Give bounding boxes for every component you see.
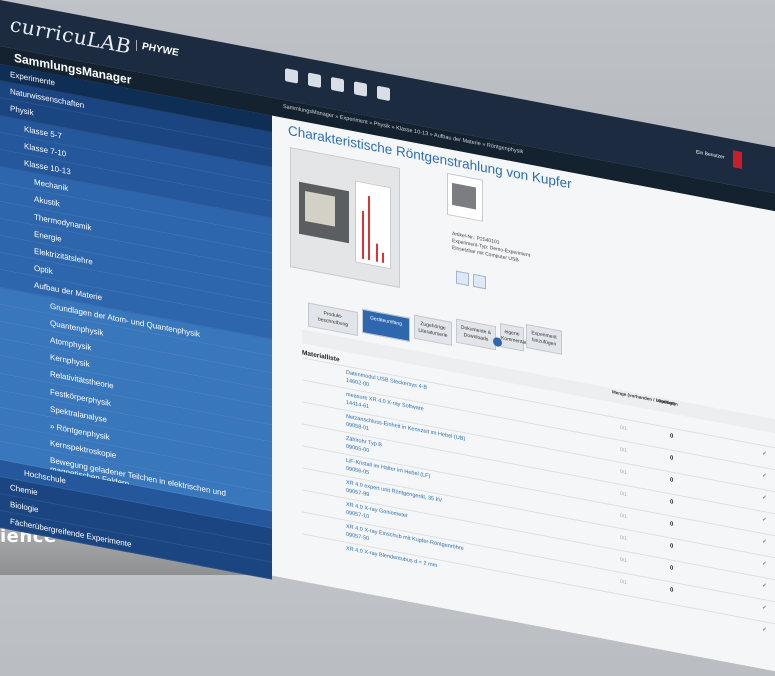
print-button[interactable] — [456, 270, 469, 287]
gear-icon[interactable] — [354, 81, 367, 97]
perspective-stage: curricuLAB PHYWE Ein Benutzer SammlungsM… — [0, 0, 775, 672]
xray-device-image — [299, 181, 349, 244]
material-status: 0/1 — [620, 468, 627, 477]
calculator-icon[interactable] — [308, 72, 321, 88]
check-icon[interactable]: ✓ — [762, 604, 767, 612]
phywe-logo: PHYWE — [136, 39, 179, 59]
app-screen: curricuLAB PHYWE Ein Benutzer SammlungsM… — [0, 0, 775, 672]
experiment-photo[interactable] — [290, 147, 400, 288]
check-icon[interactable]: ✓ — [762, 560, 767, 568]
material-quantity: 0 — [670, 499, 674, 506]
material-status: 0/1 — [620, 424, 627, 433]
check-icon[interactable]: ✓ — [762, 538, 767, 546]
material-status: 0/1 — [620, 534, 627, 543]
spectrum-plot-image — [355, 180, 391, 270]
material-quantity: 0 — [670, 433, 674, 440]
material-quantity: 0 — [670, 455, 674, 462]
material-status: 0/1 — [620, 578, 627, 587]
material-quantity: 0 — [670, 565, 674, 572]
material-status: 0/1 — [620, 490, 627, 499]
check-icon[interactable]: ✓ — [762, 450, 767, 458]
material-status: 0/1 — [620, 512, 627, 521]
material-status: 0/1 — [620, 446, 627, 455]
tab[interactable]: eigene Kommentare — [500, 323, 530, 352]
material-quantity: 0 — [670, 587, 674, 594]
check-icon[interactable]: ✓ — [762, 516, 767, 524]
check-icon[interactable]: ✓ — [762, 582, 767, 590]
material-quantity: 0 — [670, 477, 674, 484]
check-icon[interactable]: ✓ — [762, 472, 767, 480]
mail-icon[interactable] — [377, 85, 390, 102]
user-name[interactable]: Ein Benutzer — [696, 149, 725, 160]
toolbar-icons — [285, 68, 390, 102]
material-quantity: 0 — [670, 521, 674, 528]
share-button[interactable] — [473, 273, 486, 290]
sitemap-icon[interactable] — [285, 68, 298, 84]
cabinet-icon[interactable] — [331, 76, 344, 93]
notification-badge[interactable] — [733, 150, 742, 169]
check-icon[interactable]: ✓ — [762, 494, 767, 502]
material-status: 0/1 — [620, 556, 627, 565]
check-icon[interactable]: ✓ — [762, 626, 767, 634]
experiment-thumbnail[interactable] — [447, 172, 483, 222]
material-quantity: 0 — [670, 543, 674, 550]
